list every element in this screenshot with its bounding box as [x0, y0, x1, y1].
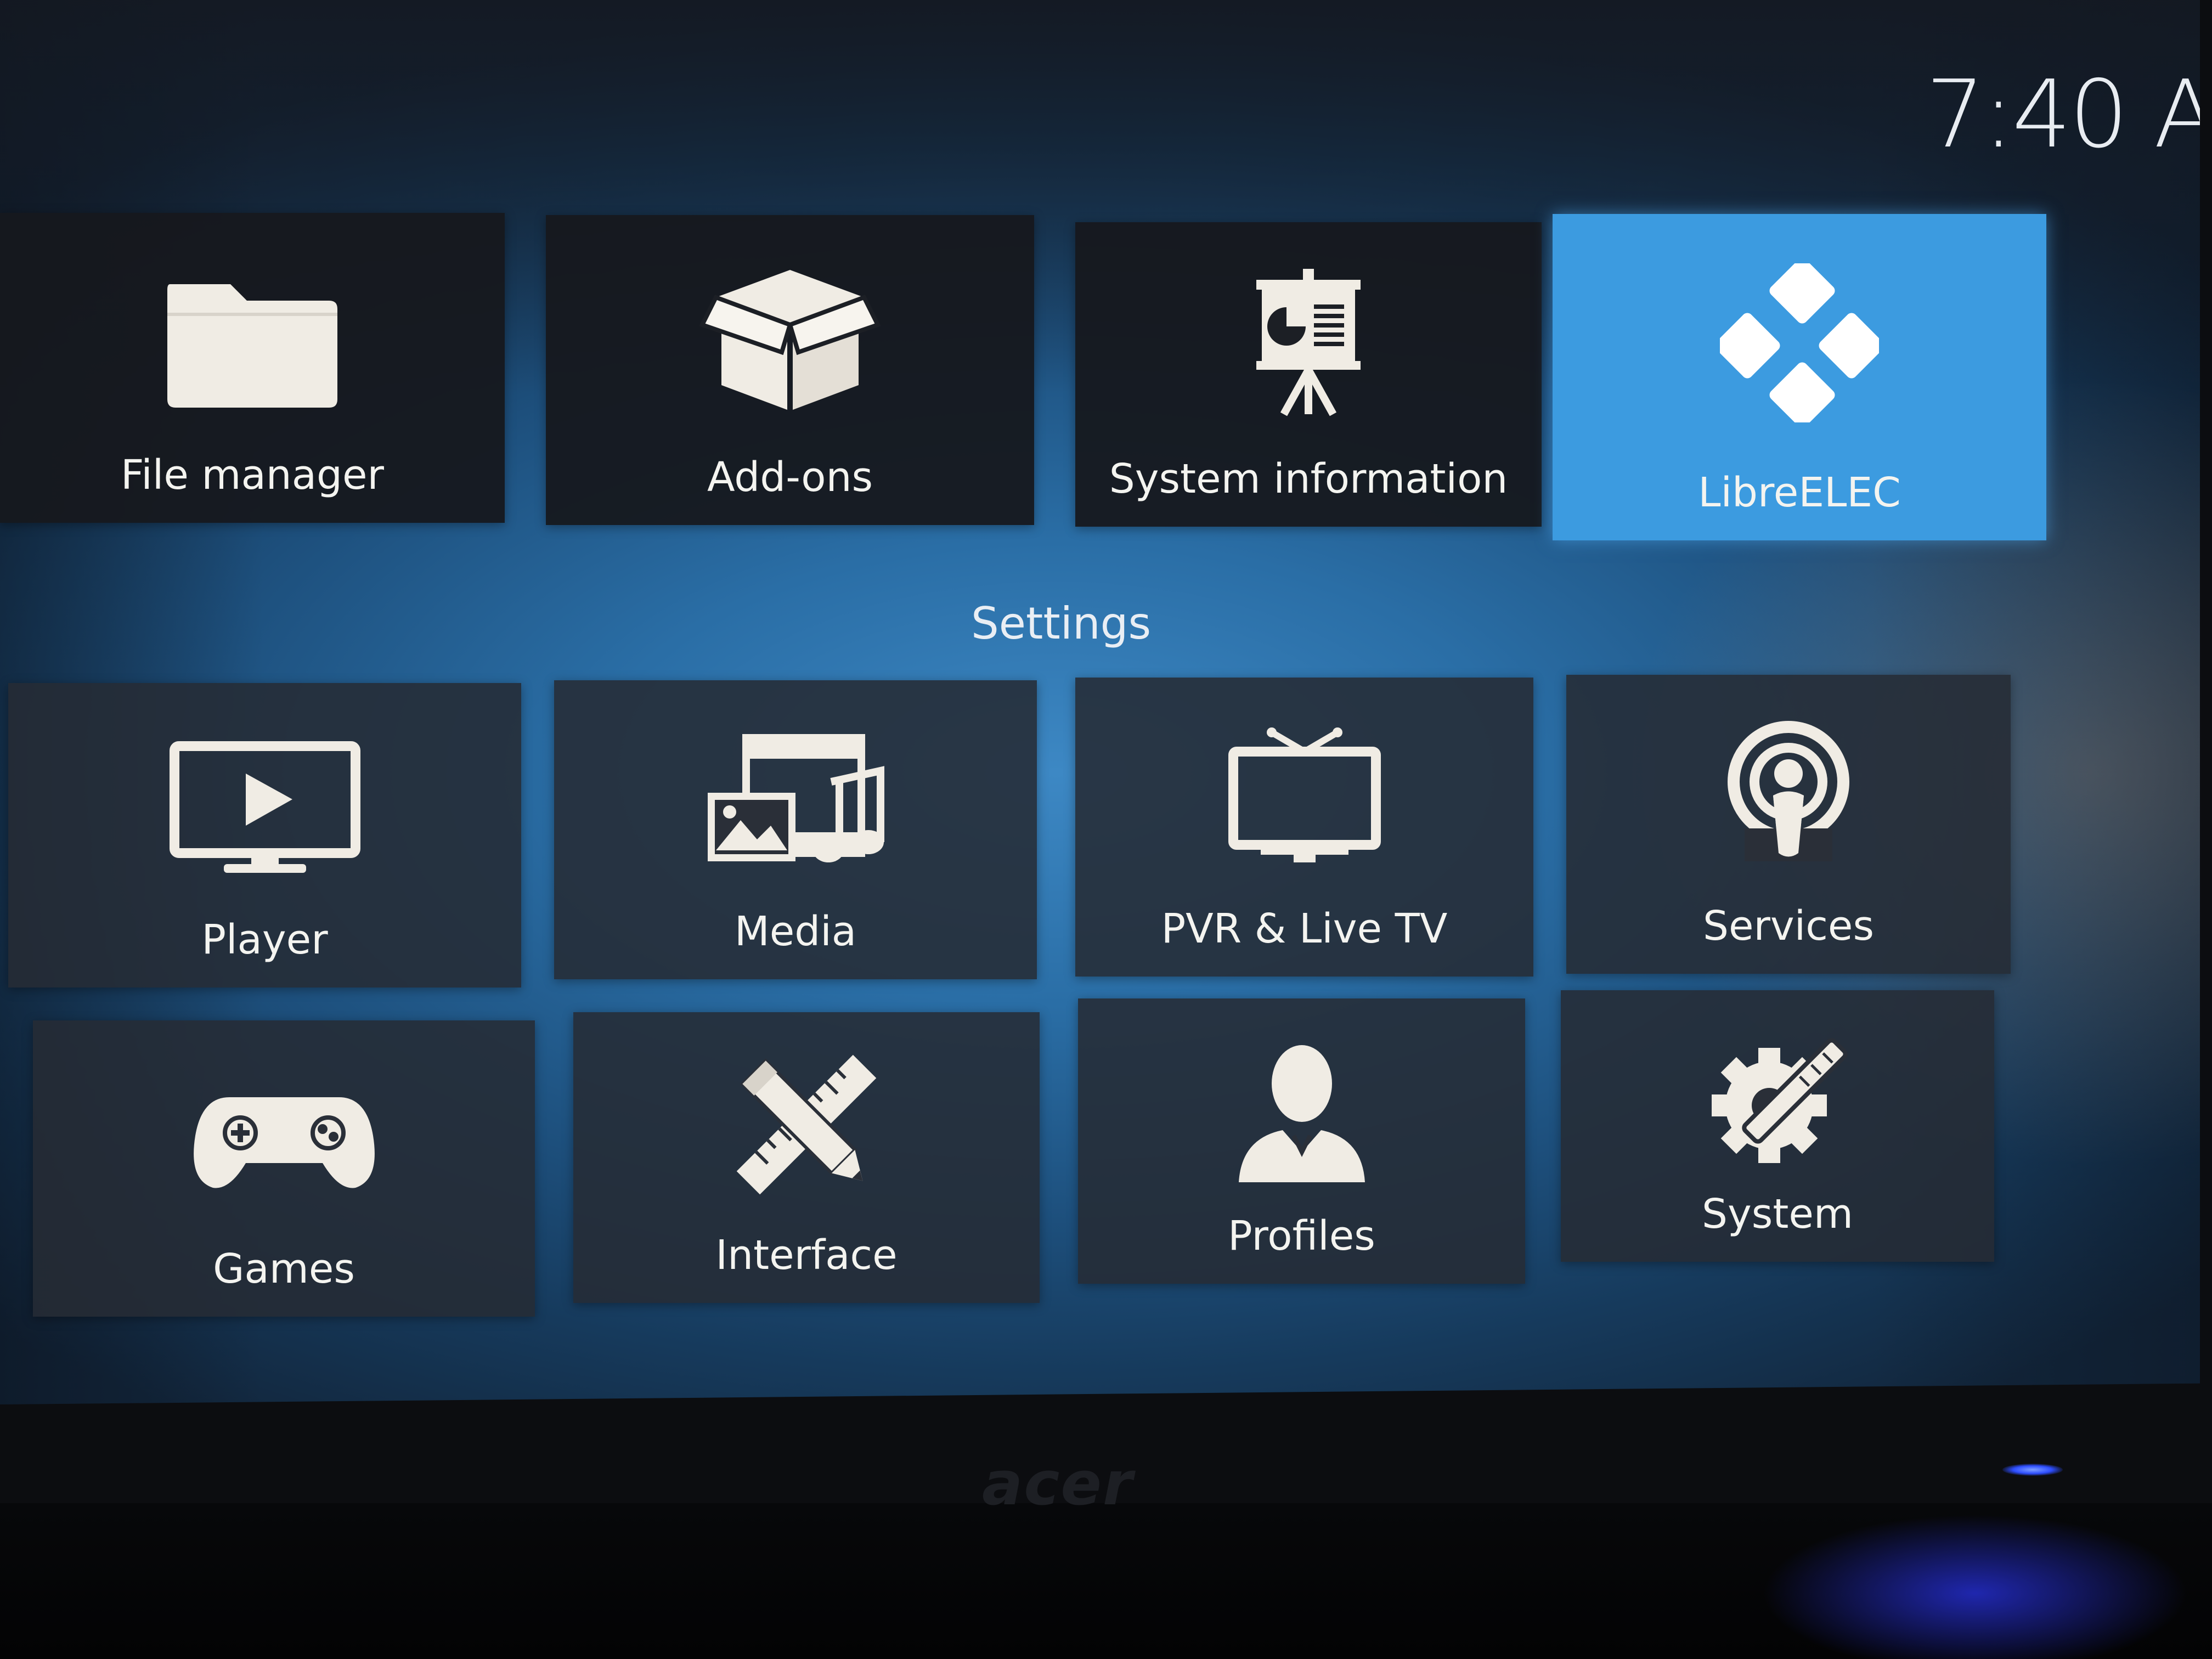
tile-label: File manager [121, 452, 384, 499]
tile-pvr-live-tv[interactable]: PVR & Live TV [1075, 678, 1533, 977]
tile-label: PVR & Live TV [1161, 905, 1448, 952]
power-led-icon [2002, 1464, 2063, 1476]
tile-profiles[interactable]: Profiles [1078, 998, 1525, 1284]
tile-system-information[interactable]: System information [1075, 222, 1542, 527]
desk-blue-light [1673, 1481, 2212, 1659]
tile-games[interactable]: Games [33, 1020, 535, 1317]
tile-libreelec[interactable]: LibreELEC [1553, 214, 2046, 540]
section-title-settings: Settings [971, 598, 1152, 649]
tile-label: Profiles [1228, 1212, 1375, 1260]
tile-player[interactable]: Player [8, 683, 521, 988]
media-filmstrip-music-icon [705, 732, 886, 875]
tile-label: Interface [715, 1232, 898, 1279]
tile-label: System [1702, 1190, 1853, 1238]
tile-add-ons[interactable]: Add-ons [546, 215, 1034, 525]
tile-label: LibreELEC [1698, 469, 1901, 516]
monitor-brand-logo: acer [982, 1448, 1134, 1519]
open-box-icon [699, 259, 881, 418]
clock: 7:40 AM [1926, 60, 2200, 169]
folder-icon [154, 262, 351, 416]
podcast-broadcast-icon [1723, 719, 1854, 861]
tile-label: System information [1109, 455, 1508, 503]
tile-label: Games [213, 1245, 355, 1293]
tile-media[interactable]: Media [554, 680, 1037, 979]
pencil-ruler-icon [732, 1053, 881, 1196]
tile-label: Media [734, 908, 857, 955]
user-profile-icon [1228, 1042, 1376, 1185]
kodi-settings-screen: 7:40 AM File manager Add- [0, 0, 2200, 1404]
tile-label: Add-ons [707, 454, 873, 501]
gamepad-icon [191, 1086, 377, 1196]
tile-interface[interactable]: Interface [573, 1012, 1040, 1303]
photo-of-monitor: 7:40 AM File manager Add- [0, 0, 2212, 1659]
tile-file-manager[interactable]: File manager [0, 213, 505, 523]
gear-wrench-icon [1703, 1029, 1852, 1171]
tv-antenna-icon [1228, 727, 1381, 864]
tile-label: Player [201, 916, 328, 963]
libreelec-logo-icon [1714, 258, 1884, 428]
monitor-play-icon [169, 741, 361, 878]
tile-system[interactable]: System [1561, 990, 1994, 1262]
tile-services[interactable]: Services [1566, 675, 2011, 974]
tile-label: Services [1702, 902, 1875, 950]
presentation-board-icon [1254, 269, 1363, 417]
